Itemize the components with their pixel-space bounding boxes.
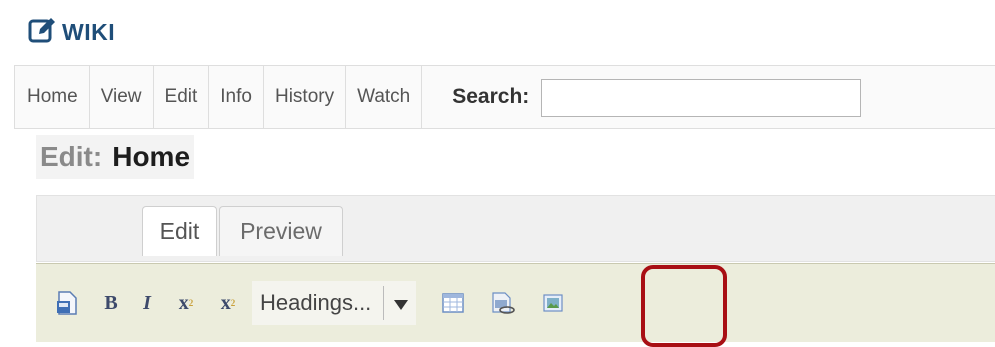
headings-label: Headings... — [260, 290, 372, 315]
superscript-mark: 2 — [188, 298, 194, 308]
search-input[interactable] — [541, 79, 862, 117]
nav-edit[interactable]: Edit — [154, 66, 210, 128]
image-icon — [543, 294, 563, 312]
italic-button[interactable]: I — [136, 283, 158, 323]
nav-watch[interactable]: Watch — [346, 66, 423, 128]
nav-view[interactable]: View — [90, 66, 154, 128]
tab-preview[interactable]: Preview — [219, 206, 343, 256]
wiki-header: WIKI — [28, 12, 115, 52]
edit-icon — [28, 16, 56, 49]
page-title: Edit: Home — [36, 135, 195, 179]
page-title-name: Home — [112, 141, 191, 172]
subscript-label: x — [220, 291, 231, 314]
wiki-nav: Home View Edit Info History Watch Search… — [14, 65, 995, 129]
nav-home[interactable]: Home — [15, 66, 90, 128]
search-label: Search: — [452, 85, 530, 108]
tab-edit[interactable]: Edit — [142, 206, 217, 256]
wiki-title: WIKI — [62, 18, 116, 45]
editor-toolbar: B I x2 x2 Headings... — [36, 263, 995, 342]
caret-down-icon — [394, 290, 409, 316]
insert-image-button[interactable] — [540, 283, 566, 323]
insert-table-button[interactable] — [440, 283, 466, 323]
nav-history[interactable]: History — [264, 66, 347, 128]
highlight-box — [641, 265, 727, 347]
table-icon — [442, 293, 465, 313]
save-button[interactable] — [52, 283, 82, 323]
superscript-label: x — [178, 291, 189, 314]
save-icon — [56, 291, 78, 315]
headings-dropdown[interactable]: Headings... — [252, 281, 417, 325]
subscript-button[interactable]: x2 — [214, 283, 242, 323]
image-link-icon — [491, 292, 516, 314]
superscript-button[interactable]: x2 — [172, 283, 200, 323]
subscript-mark: 2 — [230, 298, 236, 308]
editor-tab-bar: Edit Preview — [36, 195, 995, 262]
insert-image-link-button[interactable] — [490, 283, 516, 323]
divider — [383, 286, 385, 320]
bold-button[interactable]: B — [100, 283, 122, 323]
nav-info[interactable]: Info — [209, 66, 264, 128]
page-title-prefix: Edit: — [40, 141, 103, 172]
